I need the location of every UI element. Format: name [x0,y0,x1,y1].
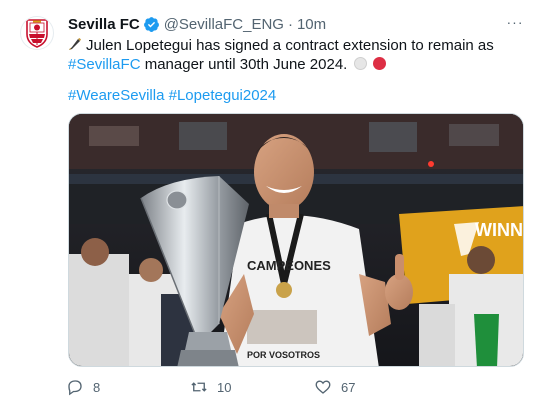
banner-text: WINN [475,220,523,240]
tweet-photo[interactable]: WINN CAMPEONES POR VOSOTROS [68,113,524,367]
tweet-text: Julen Lopetegui has signed a contract ex… [68,36,530,74]
reply-icon [68,380,82,396]
like-button[interactable]: 67 [314,378,438,396]
white-circle-emoji [353,57,367,70]
tweet-hashtags: #WeareSevilla #Lopetegui2024 [68,86,276,105]
header-separator: · [287,15,293,33]
red-circle-emoji [372,57,386,70]
shirt-text-top: CAMPEONES [247,258,331,273]
tweet-actions: 8 10 67 [66,376,466,398]
hashtag-sevillafc-link[interactable]: #SevillaFC [68,56,141,73]
tweet-text-part2: manager until 30th June 2024. [140,56,348,73]
verified-badge-icon [143,16,160,33]
author-name[interactable]: Sevilla FC [68,16,140,33]
author-handle[interactable]: @SevillaFC_ENG [164,16,284,33]
fountain-pen-emoji [68,37,82,51]
retweet-count: 10 [217,379,232,395]
reply-button[interactable]: 8 [66,378,190,396]
like-count: 67 [341,379,356,395]
hashtag-lopetegui2024-link[interactable]: #Lopetegui2024 [169,87,277,104]
heart-icon [315,380,331,394]
reply-count: 8 [93,379,101,395]
hashtag-wearesevilla-link[interactable]: #WeareSevilla [68,87,164,104]
sevilla-crest-icon [26,19,48,48]
tweet-timestamp[interactable]: 10m [297,16,326,33]
lopetegui-trophy-photo: WINN CAMPEONES POR VOSOTROS [69,114,523,366]
tweet-text-part1: Julen Lopetegui has signed a contract ex… [86,37,494,54]
retweet-button[interactable]: 10 [190,378,314,396]
shirt-text-bottom: POR VOSOTROS [247,350,320,360]
retweet-icon [191,382,207,392]
tweet-header: Sevilla FC @SevillaFC_ENG · 10m [68,14,529,34]
avatar[interactable] [20,16,54,50]
more-options-icon[interactable]: ··· [505,14,525,30]
tweet-card[interactable]: Sevilla FC @SevillaFC_ENG · 10m ··· Jule… [0,0,539,405]
